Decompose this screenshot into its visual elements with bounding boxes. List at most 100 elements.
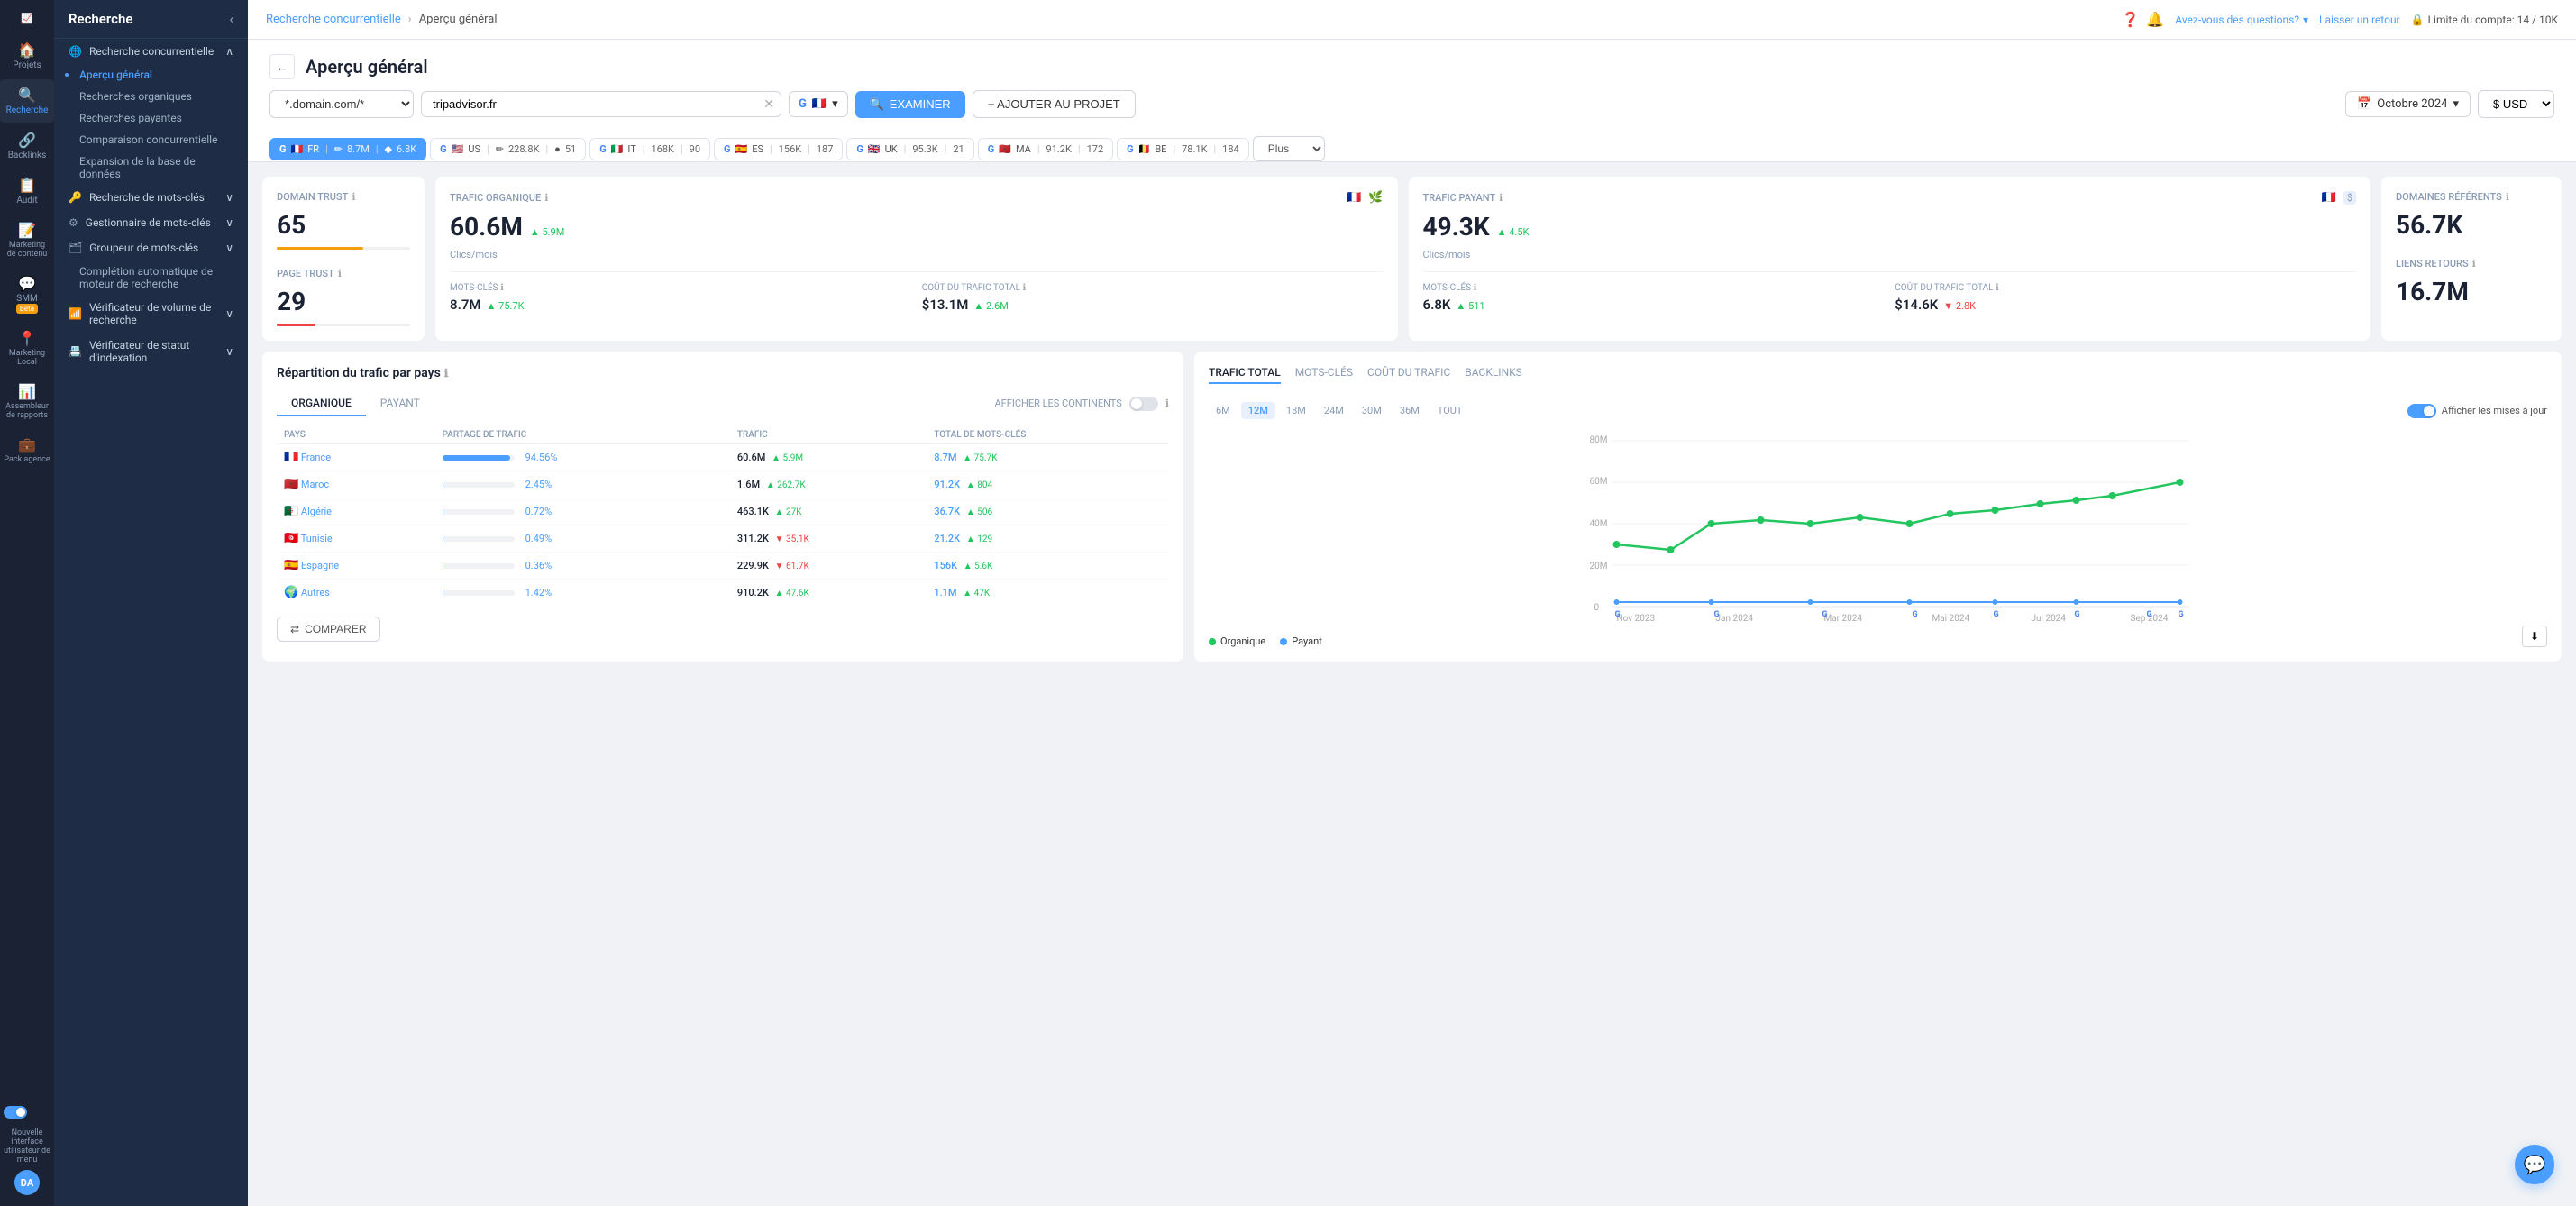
sidebar-group-gestionnaire[interactable]: ⚙ Gestionnaire de mots-clés ∨ (54, 210, 248, 235)
time-24m[interactable]: 24M (1317, 402, 1351, 419)
country-tab-fr[interactable]: G 🇫🇷 FR | ✏ 8.7M | ◆ 6.8K (269, 138, 426, 160)
sidebar-item-recherches-payantes[interactable]: Recherches payantes (54, 107, 248, 129)
country-tab-uk[interactable]: G 🇬🇧 UK | 95.3K | 21 (846, 138, 973, 160)
cout-payant-value: $14.6K (1895, 297, 1938, 313)
sidebar-item-apercu-general[interactable]: Aperçu général (54, 64, 248, 86)
more-countries-select[interactable]: Plus (1253, 136, 1325, 161)
sidebar-group-statut[interactable]: 📇 Vérificateur de statut d'indexation ∨ (54, 333, 248, 370)
search-clear-btn[interactable]: ✕ (763, 97, 774, 112)
sidebar-group-groupeur[interactable]: 🗂 Groupeur de mots-clés ∨ (54, 235, 248, 260)
sidebar-item-comparaison-concurrentielle[interactable]: Comparaison concurrentielle (54, 129, 248, 151)
time-36m[interactable]: 36M (1393, 402, 1427, 419)
nav-item-recherche[interactable]: 🔍 Recherche (0, 79, 54, 123)
help-circle-icon[interactable]: ❓ (2121, 11, 2139, 28)
time-12m[interactable]: 12M (1241, 402, 1275, 419)
new-ui-toggle[interactable] (4, 1106, 27, 1119)
info-icon-ct[interactable]: ℹ (1022, 283, 1026, 293)
sidebar-group-volume[interactable]: 📶 Vérificateur de volume de recherche ∨ (54, 295, 248, 333)
x-label-jul24: Jul 2024 (2032, 614, 2067, 624)
info-icon-pt[interactable]: ℹ (338, 268, 342, 279)
legend-organic: Organique (1209, 635, 1265, 647)
country-tab-be[interactable]: G 🇧🇪 BE | 78.1K | 184 (1117, 138, 1249, 160)
nav-item-smm[interactable]: 💬 SMM Beta (0, 268, 54, 321)
traffic-tab-payant[interactable]: PAYANT (366, 391, 434, 416)
info-icon-mkp[interactable]: ℹ (1474, 283, 1477, 293)
nav-toggle-new-ui[interactable] (0, 1099, 54, 1126)
domain-select[interactable]: *.domain.com/*domain.com*.domain.com (269, 90, 414, 118)
share-progress-wrap (443, 536, 515, 542)
nav-item-projets[interactable]: 🏠 Projets (0, 34, 54, 78)
nav-item-audit[interactable]: 📋 Audit (0, 169, 54, 213)
compare-button[interactable]: ⇄ COMPARER (277, 617, 380, 642)
traffic-value: 1.6M (737, 479, 760, 490)
country-tab-es[interactable]: G 🇪🇸 ES | 156K | 187 (714, 138, 843, 160)
country-tab-it[interactable]: G 🇮🇹 IT | 168K | 90 (589, 138, 710, 160)
nav-label-assembleur: Assembleur de rapports (4, 402, 50, 420)
download-chart-button[interactable]: ⬇ (2522, 626, 2547, 647)
app-logo: 📈 (17, 7, 37, 30)
country-link[interactable]: Algérie (301, 506, 332, 517)
col-trafic: TRAFIC (730, 426, 927, 444)
search-key-icon: 🔑 (69, 191, 82, 204)
help-link[interactable]: Avez-vous des questions? ▾ (2175, 14, 2308, 26)
country-tab-us[interactable]: G 🇺🇸 US | ✏ 228.8K | ● 51 (430, 138, 586, 160)
nav-item-assembleur[interactable]: 📊 Assembleur de rapports (0, 376, 54, 427)
country-link[interactable]: Autres (301, 587, 330, 598)
time-tout[interactable]: TOUT (1430, 402, 1470, 419)
time-6m[interactable]: 6M (1209, 402, 1238, 419)
back-button[interactable]: ← (269, 54, 295, 79)
examine-button[interactable]: 🔍 EXAMINER (855, 91, 965, 118)
sidebar-item-expansion-base[interactable]: Expansion de la base de données (54, 151, 248, 185)
chart-tab-cout[interactable]: COÛT DU TRAFIC (1367, 366, 1450, 384)
info-icon-ctp[interactable]: ℹ (1996, 283, 1999, 293)
chat-button[interactable]: 💬 (2515, 1145, 2554, 1184)
sidebar-group-recherche-concurrentielle[interactable]: 🌐 Recherche concurrentielle ∧ (54, 39, 248, 64)
time-18m[interactable]: 18M (1279, 402, 1313, 419)
country-tab-ma[interactable]: G 🇲🇦 MA | 91.2K | 172 (978, 138, 1113, 160)
info-icon-toggle[interactable]: ℹ (1165, 397, 1169, 409)
country-flag-icon: 🌍 (284, 586, 298, 599)
info-icon-dr[interactable]: ℹ (2506, 191, 2509, 203)
legend-label-paid: Payant (1292, 635, 1322, 647)
user-avatar[interactable]: DA (14, 1170, 40, 1195)
currency-select[interactable]: $ USD (2478, 90, 2554, 118)
breadcrumb-current: Aperçu général (419, 13, 498, 26)
info-icon-traffic[interactable]: ℹ (444, 367, 449, 379)
nav-item-backlinks[interactable]: 🔗 Backlinks (0, 124, 54, 168)
chevron-down-2-icon: ∨ (225, 216, 233, 229)
sidebar-item-recherches-organiques[interactable]: Recherches organiques (54, 86, 248, 107)
bell-icon[interactable]: 🔔 (2146, 11, 2164, 28)
sidebar-item-completion-auto[interactable]: Complétion automatique de moteur de rech… (54, 260, 248, 295)
country-link[interactable]: Tunisie (301, 533, 333, 544)
sidebar-collapse-btn[interactable]: ‹ (229, 11, 233, 27)
nav-item-pack-agence[interactable]: 💼 Pack agence (0, 429, 54, 471)
feedback-link[interactable]: Laisser un retour (2319, 14, 2400, 26)
sidebar-group-mots-cles[interactable]: 🔑 Recherche de mots-clés ∨ (54, 185, 248, 210)
info-icon-tp[interactable]: ℹ (1499, 192, 1503, 204)
domain-search-input[interactable] (421, 91, 781, 117)
info-icon-lr[interactable]: ℹ (2472, 258, 2476, 270)
traffic-section-title: Répartition du trafic par pays ℹ (277, 366, 1169, 380)
chart-tab-mots-cles[interactable]: MOTS-CLÉS (1295, 366, 1353, 384)
nav-item-marketing-local[interactable]: 📍 Marketing Local (0, 323, 54, 374)
info-icon-mk[interactable]: ℹ (500, 283, 504, 293)
google-be-icon: G (1127, 143, 1134, 155)
chart-tab-backlinks[interactable]: BACKLINKS (1465, 366, 1522, 384)
breadcrumb-parent[interactable]: Recherche concurrentielle (266, 13, 401, 26)
updates-toggle-btn[interactable] (2407, 404, 2436, 418)
add-to-project-button[interactable]: + AJOUTER AU PROJET (973, 90, 1136, 118)
date-picker[interactable]: 📅 Octobre 2024 ▾ (2345, 91, 2471, 117)
chart-tab-trafic-total[interactable]: TRAFIC TOTAL (1209, 366, 1281, 384)
organic-dot-12 (2109, 492, 2116, 499)
country-link[interactable]: France (301, 452, 331, 463)
info-icon-to[interactable]: ℹ (544, 192, 548, 204)
continents-toggle[interactable] (1129, 397, 1158, 411)
trafic-payant-change: ▲ 4.5K (1497, 226, 1530, 238)
country-link[interactable]: Espagne (301, 560, 339, 571)
traffic-tab-organique[interactable]: ORGANIQUE (277, 391, 366, 416)
country-engine-select[interactable]: G 🇫🇷 ▾ (789, 91, 848, 117)
country-link[interactable]: Maroc (301, 479, 329, 490)
time-30m[interactable]: 30M (1355, 402, 1389, 419)
info-icon-dt[interactable]: ℹ (352, 191, 355, 203)
nav-item-marketing-contenu[interactable]: 📝 Marketing de contenu (0, 215, 54, 266)
